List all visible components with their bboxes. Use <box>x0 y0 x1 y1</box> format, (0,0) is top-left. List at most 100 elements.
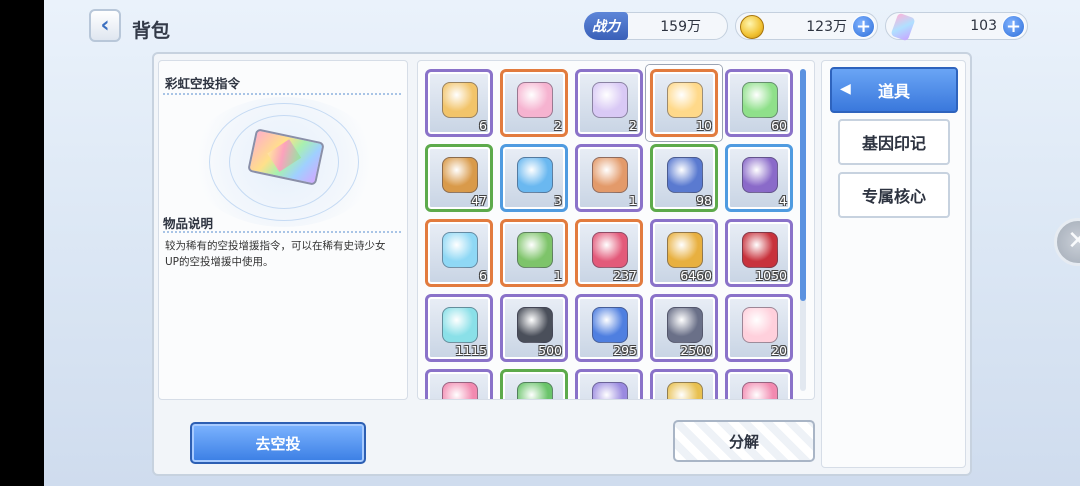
item-quantity: 60 <box>771 118 787 133</box>
inventory-slot[interactable]: 1 <box>575 144 643 212</box>
description-title: 物品说明 <box>163 216 214 231</box>
divider <box>163 93 401 95</box>
decompose-button[interactable]: 分解 <box>673 420 815 462</box>
smile-ticket-icon <box>592 82 628 118</box>
item-quantity: 295 <box>613 343 637 358</box>
gem-value: 103 <box>970 18 997 34</box>
inventory-slot[interactable]: 237 <box>575 219 643 287</box>
inventory-slot[interactable] <box>725 369 793 399</box>
item-quantity: 1 <box>629 193 637 208</box>
page-title: 背包 <box>132 20 171 42</box>
inventory-slot[interactable]: 500 <box>500 294 568 362</box>
leaf-icon <box>517 232 553 268</box>
tab-gene-marks[interactable]: 基因印记 <box>838 119 950 165</box>
divider <box>163 231 401 233</box>
item-quantity: 6 <box>479 118 487 133</box>
candy-icon <box>517 157 553 193</box>
inventory-slot[interactable] <box>575 369 643 399</box>
item-quantity: 1050 <box>755 268 787 283</box>
item-name: 彩虹空投指令 <box>165 76 241 91</box>
inventory-slot[interactable]: 60 <box>725 69 793 137</box>
item-quantity: 6460 <box>680 268 712 283</box>
tab-label: 专属核心 <box>861 187 926 206</box>
item-quantity: 20 <box>771 343 787 358</box>
bread-icon <box>592 157 628 193</box>
item-quantity: 10 <box>696 118 712 133</box>
crystal-cluster-icon <box>442 307 478 343</box>
tab-items[interactable]: ◀ 道具 <box>830 67 958 113</box>
back-button[interactable]: ‹ <box>89 9 121 42</box>
chevron-left-icon: ‹ <box>100 13 110 38</box>
inventory-slot[interactable]: 3 <box>500 144 568 212</box>
blue-battery-icon <box>442 232 478 268</box>
power-label: 战力 <box>584 12 628 40</box>
gold-orb-icon <box>667 382 703 399</box>
main-panel: 彩虹空投指令 物品说明 较为稀有的空投增援指令，可以在稀有史诗少女UP的空投增援… <box>152 52 972 476</box>
item-quantity: 1115 <box>455 343 487 358</box>
clover-icon <box>517 382 553 399</box>
item-quantity: 237 <box>613 268 637 283</box>
item-quantity: 6 <box>479 268 487 283</box>
inventory-slot[interactable]: 1115 <box>425 294 493 362</box>
rose-orb-icon <box>742 382 778 399</box>
item-quantity: 47 <box>471 193 487 208</box>
item-quantity: 98 <box>696 193 712 208</box>
dark-coin-icon <box>517 307 553 343</box>
red-flag-icon <box>592 232 628 268</box>
item-quantity: 500 <box>538 343 562 358</box>
item-quantity: 2 <box>629 118 637 133</box>
inventory-slot[interactable] <box>425 369 493 399</box>
caret-left-icon: ◀ <box>840 81 851 97</box>
blue-chip-icon <box>667 157 703 193</box>
can-icon <box>442 82 478 118</box>
inventory-slot[interactable]: 20 <box>725 294 793 362</box>
category-tabs: ◀ 道具 基因印记 专属核心 <box>821 60 966 468</box>
inventory-slot[interactable]: 47 <box>425 144 493 212</box>
item-description: 较为稀有的空投增援指令，可以在稀有史诗少女UP的空投增援中使用。 <box>165 240 386 268</box>
scroll-thumb[interactable] <box>800 69 806 301</box>
item-quantity: 1 <box>554 268 562 283</box>
trophy-icon <box>667 232 703 268</box>
add-coin-button[interactable]: + <box>852 15 875 38</box>
green-battery-icon <box>742 82 778 118</box>
tab-label: 基因印记 <box>861 134 926 153</box>
inventory-slot[interactable] <box>650 369 718 399</box>
close-icon[interactable]: ✕ <box>1054 218 1080 266</box>
coin-value: 123万 <box>806 19 847 35</box>
inventory-slot[interactable]: 295 <box>575 294 643 362</box>
rainbow-ticket-icon <box>667 82 703 118</box>
inventory-slot[interactable]: 6 <box>425 219 493 287</box>
pink-orb-icon <box>442 382 478 399</box>
inventory-slot[interactable]: 2 <box>575 69 643 137</box>
inventory-slot[interactable]: 10 <box>646 65 722 141</box>
go-airdrop-button[interactable]: 去空投 <box>190 422 366 464</box>
tab-exclusive-cores[interactable]: 专属核心 <box>838 172 950 218</box>
hex-badge-icon <box>667 307 703 343</box>
item-quantity: 2500 <box>680 343 712 358</box>
inventory-slot[interactable]: 6460 <box>650 219 718 287</box>
inventory-slot[interactable]: 1050 <box>725 219 793 287</box>
add-gem-button[interactable]: + <box>1002 15 1025 38</box>
heart-ticket-icon <box>742 307 778 343</box>
item-quantity: 3 <box>554 193 562 208</box>
inventory-slot[interactable]: 4 <box>725 144 793 212</box>
inventory-slot[interactable] <box>500 369 568 399</box>
gem-icon <box>890 12 916 42</box>
inventory-grid: 6 2 2 10 60 47 3 1 98 4 6 1 237 6460 1050 1115 500 295 250… <box>425 65 797 399</box>
inventory-slot[interactable]: 6 <box>425 69 493 137</box>
pink-ticket-icon <box>517 82 553 118</box>
item-quantity: 4 <box>779 193 787 208</box>
coin-display: 123万 + <box>735 12 878 40</box>
purple-chip-icon <box>742 157 778 193</box>
gem-display: 103 + <box>885 12 1028 42</box>
blue-medal-icon <box>592 307 628 343</box>
inventory-slot[interactable]: 2500 <box>650 294 718 362</box>
power-value: 159万 <box>660 19 701 35</box>
inventory-slot[interactable]: 98 <box>650 144 718 212</box>
item-quantity: 2 <box>554 118 562 133</box>
coin-icon <box>740 15 764 39</box>
inventory-slot[interactable]: 1 <box>500 219 568 287</box>
scrollbar[interactable] <box>800 69 806 391</box>
inventory-slot[interactable]: 2 <box>500 69 568 137</box>
power-display: 战力 159万 <box>584 12 728 40</box>
